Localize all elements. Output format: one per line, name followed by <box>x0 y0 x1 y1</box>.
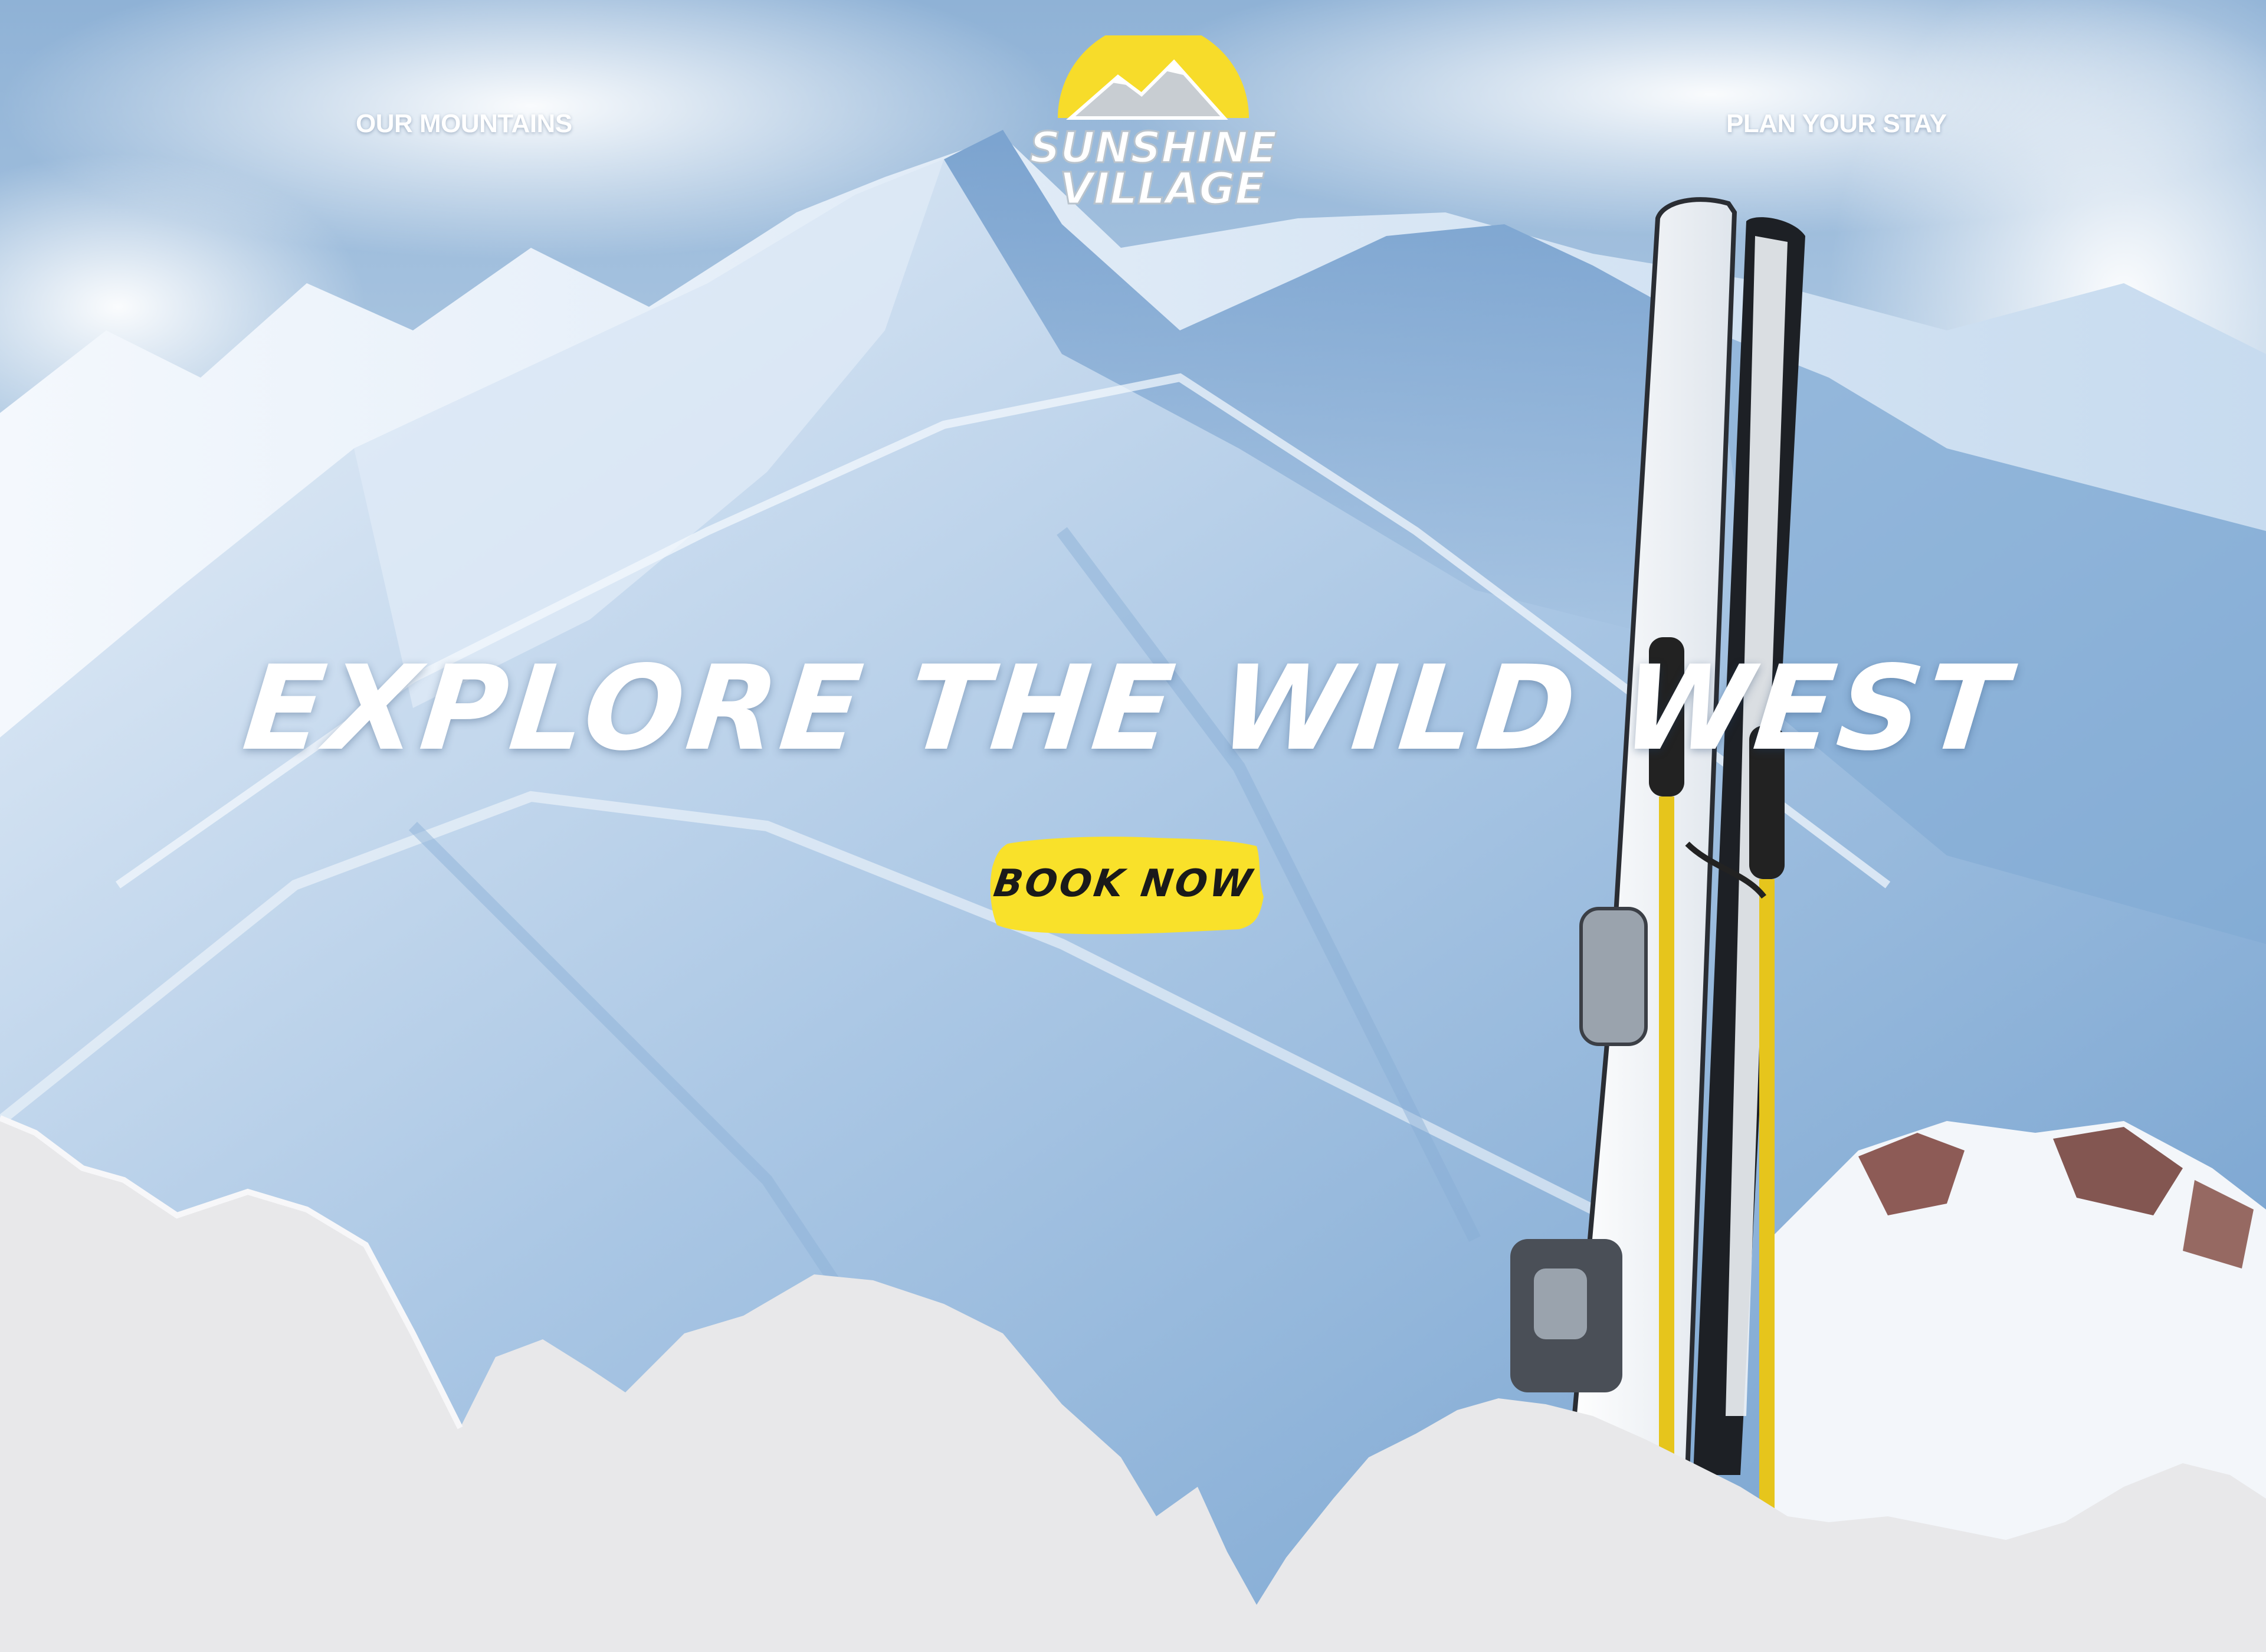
book-now-button[interactable]: BOOK NOW <box>979 826 1268 941</box>
landing-page: OUR MOUNTAINS SUNSHINE VILLAGE PLAN YOUR… <box>0 0 2266 1652</box>
logo-line2: VILLAGE <box>1060 163 1265 214</box>
hero-title-text: EXPLORE THE WILD WEST <box>237 640 2017 776</box>
hero-title: EXPLORE THE WILD WEST <box>0 640 2266 776</box>
sunshine-village-logo[interactable]: SUNSHINE VILLAGE <box>1024 22 1283 218</box>
nav-plan-your-stay-link[interactable]: PLAN YOUR STAY <box>1726 109 1947 139</box>
book-now-label: BOOK NOW <box>991 861 1257 906</box>
nav-our-mountains-link[interactable]: OUR MOUNTAINS <box>356 109 572 139</box>
logo-mark-icon: SUNSHINE VILLAGE <box>1029 22 1278 215</box>
